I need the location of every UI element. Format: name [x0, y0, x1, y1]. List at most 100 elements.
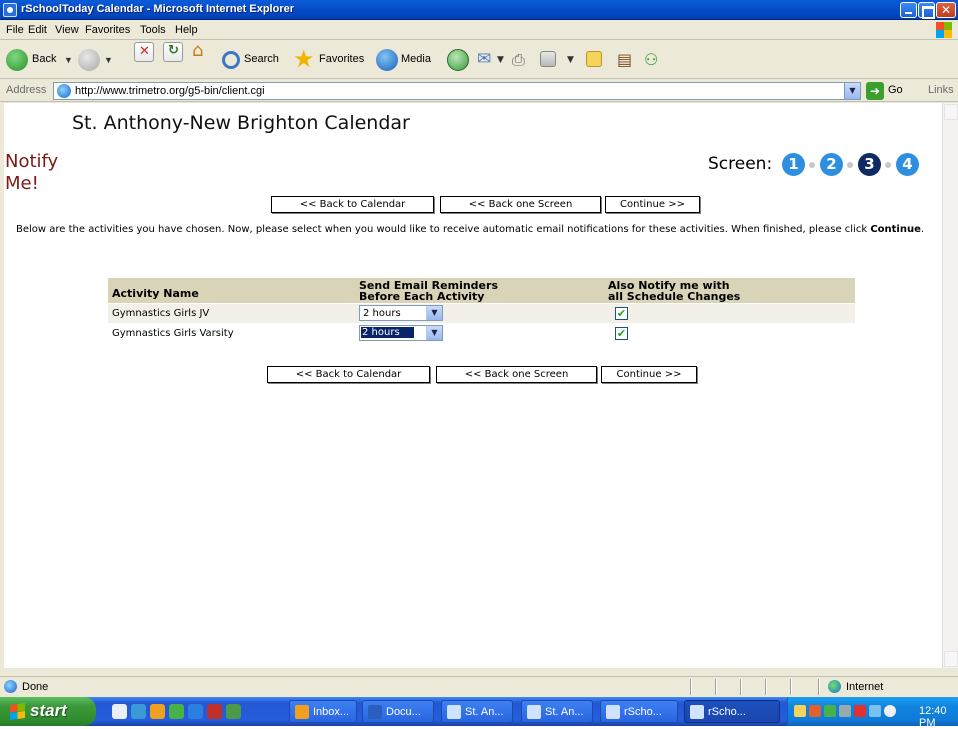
go-arrow-icon[interactable]: ➜ — [866, 82, 884, 100]
edit-icon[interactable] — [540, 51, 556, 67]
volume-tray-icon[interactable] — [884, 705, 896, 717]
app-tray-icon[interactable] — [854, 705, 866, 717]
links-button[interactable]: Links — [928, 84, 954, 96]
quicklaunch-media-icon[interactable] — [188, 704, 203, 719]
status-text: Done — [22, 681, 49, 693]
step-4[interactable]: 4 — [896, 153, 919, 176]
chevron-down-icon[interactable]: ▼ — [426, 326, 442, 340]
ie-icon — [690, 705, 704, 719]
step-2[interactable]: 2 — [820, 153, 843, 176]
refresh-icon[interactable]: ↻ — [163, 42, 183, 62]
menu-help[interactable]: Help — [175, 24, 198, 36]
windows-flag-icon — [10, 702, 25, 721]
favorites-button[interactable]: ★ Favorites — [293, 46, 377, 73]
page-done-icon — [4, 680, 17, 693]
print-icon[interactable]: ⎙ — [511, 50, 531, 70]
clock: 12:40 PM — [919, 705, 947, 729]
window-title: rSchoolToday Calendar - Microsoft Intern… — [21, 3, 295, 15]
taskbar-item-st-anthony-2[interactable]: St. An... — [521, 700, 593, 723]
outlook-tray-icon[interactable] — [809, 705, 821, 717]
back-to-calendar-button-bottom[interactable]: << Back to Calendar — [267, 366, 430, 383]
activity-name: Gymnastics Girls JV — [112, 308, 210, 319]
notify-title: Notify Me! — [5, 151, 59, 194]
chevron-down-icon: ▼ — [64, 55, 73, 65]
taskbar-item-inbox[interactable]: Inbox... — [289, 700, 357, 723]
title-bar: rSchoolToday Calendar - Microsoft Intern… — [0, 0, 958, 20]
taskbar-item-st-anthony-1[interactable]: St. An... — [441, 700, 513, 723]
mail-tray-icon[interactable] — [794, 705, 806, 717]
address-input[interactable]: http://www.trimetro.org/g5-bin/client.cg… — [53, 82, 861, 100]
chevron-down-icon[interactable]: ▼ — [844, 83, 860, 99]
menu-tools[interactable]: Tools — [140, 24, 166, 36]
back-to-calendar-button[interactable]: << Back to Calendar — [271, 196, 434, 213]
media-button[interactable]: Media — [376, 49, 448, 71]
chevron-down-icon[interactable]: ▼ — [426, 306, 442, 320]
table-row: Gymnastics Girls JV 2 hours ▼ ✔ — [108, 304, 855, 323]
vertical-scrollbar[interactable] — [942, 103, 958, 668]
media-icon — [376, 49, 398, 71]
maximize-button[interactable] — [918, 2, 935, 19]
taskbar-item-document[interactable]: Docu... — [362, 700, 434, 723]
stop-icon[interactable]: ✕ — [134, 42, 154, 62]
start-button[interactable]: start — [0, 697, 96, 726]
reminder-value: 2 hours — [363, 308, 401, 319]
menu-favorites[interactable]: Favorites — [85, 24, 130, 36]
status-divider — [765, 679, 767, 695]
internet-zone-icon — [828, 680, 841, 693]
instructions-body: Below are the activities you have chosen… — [16, 224, 868, 235]
taskbar-item-rschool-2[interactable]: rScho... — [684, 700, 780, 723]
menu-edit[interactable]: Edit — [28, 24, 47, 36]
page-content: St. Anthony-New Brighton Calendar Notify… — [4, 103, 942, 668]
quicklaunch-outlook-icon[interactable] — [150, 704, 165, 719]
step-1[interactable]: 1 — [782, 153, 805, 176]
ie-icon — [606, 705, 620, 719]
forward-button[interactable]: ▼ — [78, 49, 118, 71]
research-icon[interactable]: ▤ — [617, 50, 637, 70]
notify-checkbox[interactable]: ✔ — [615, 327, 628, 340]
menu-file[interactable]: File — [6, 24, 24, 36]
scroll-up-button[interactable] — [944, 104, 958, 120]
scroll-down-button[interactable] — [944, 651, 958, 667]
status-divider — [790, 679, 792, 695]
printer-tray-icon[interactable] — [839, 705, 851, 717]
table-header: Activity Name Send Email Reminders Befor… — [108, 278, 855, 303]
go-button[interactable]: Go — [888, 84, 903, 96]
history-icon[interactable] — [447, 49, 469, 71]
chevron-down-icon: ▼ — [104, 55, 113, 65]
messenger-icon[interactable]: ⚇ — [644, 50, 664, 70]
notify-checkbox[interactable]: ✔ — [615, 307, 628, 320]
mail-icon[interactable]: ✉ — [477, 49, 497, 70]
reminder-select[interactable]: 2 hours ▼ — [359, 325, 443, 341]
close-button[interactable] — [936, 2, 956, 18]
quicklaunch-pdf-icon[interactable] — [207, 704, 222, 719]
ie-icon — [447, 705, 461, 719]
media-label: Media — [401, 53, 431, 65]
continue-button[interactable]: Continue >> — [605, 196, 700, 213]
home-icon[interactable]: ⌂ — [191, 40, 211, 62]
discuss-icon[interactable] — [586, 51, 602, 67]
reminder-select[interactable]: 2 hours ▼ — [359, 305, 443, 321]
search-button[interactable]: Search — [222, 49, 294, 71]
menu-view[interactable]: View — [55, 24, 79, 36]
minimize-button[interactable] — [900, 2, 917, 18]
taskbar-item-rschool-1[interactable]: rScho... — [600, 700, 678, 723]
star-icon: ★ — [293, 46, 315, 73]
address-bar: Address http://www.trimetro.org/g5-bin/c… — [0, 80, 958, 102]
quicklaunch-ie-icon[interactable] — [112, 704, 127, 719]
quicklaunch-app-icon[interactable] — [169, 704, 184, 719]
taskbar: start Inbox... Docu... St. An... St. An.… — [0, 697, 958, 729]
header-activity-name: Activity Name — [112, 287, 199, 300]
connection-tray-icon[interactable] — [869, 705, 881, 717]
back-one-screen-button[interactable]: << Back one Screen — [440, 196, 601, 213]
forward-arrow-icon — [78, 49, 100, 71]
network-tray-icon[interactable] — [824, 705, 836, 717]
quicklaunch-ie2-icon[interactable] — [131, 704, 146, 719]
task-label: St. An... — [465, 706, 504, 718]
task-label: rScho... — [708, 706, 746, 718]
continue-button-bottom[interactable]: Continue >> — [601, 366, 697, 383]
back-button[interactable]: Back ▼ — [6, 49, 74, 71]
quicklaunch-excel-icon[interactable] — [226, 704, 241, 719]
back-one-screen-button-bottom[interactable]: << Back one Screen — [436, 366, 597, 383]
menu-bar: File Edit View Favorites Tools Help — [0, 20, 958, 40]
system-tray: 12:40 PM — [787, 697, 958, 729]
